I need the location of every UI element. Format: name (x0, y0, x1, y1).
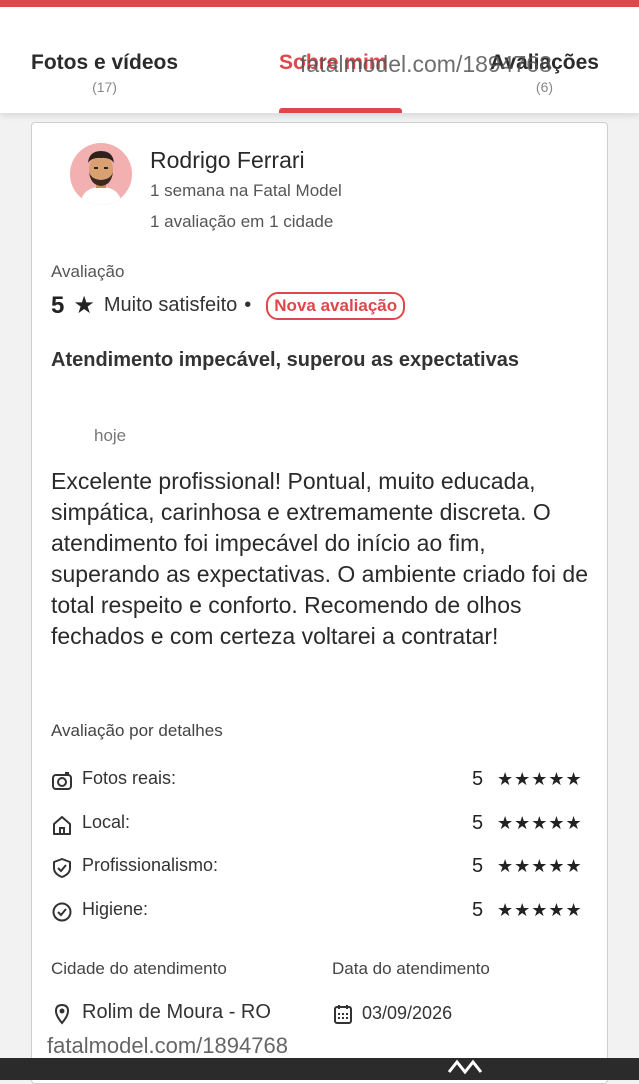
detail-label: Profissionalismo: (82, 855, 219, 875)
bottom-nav-bar (0, 1058, 639, 1080)
review-body: Excelente profissional! Pontual, muito e… (51, 468, 588, 649)
reviewer-name[interactable]: Rodrigo Ferrari (150, 147, 305, 174)
detail-value: 5 (472, 768, 484, 790)
star-icon: ★ (73, 292, 95, 319)
detail-stars: ★★★★★ (497, 813, 583, 833)
detail-row-professionalism: Profissionalismo: 5 ★★★★★ (51, 855, 591, 881)
top-accent-bar (0, 0, 639, 7)
date-value: 03/09/2026 (362, 1003, 453, 1023)
details-heading: Avaliação por detalhes (51, 721, 223, 740)
detail-label: Local: (82, 812, 131, 832)
rating-score: 5 (51, 291, 65, 319)
detail-row-location: Local: 5 ★★★★★ (51, 812, 591, 838)
review-title: Atendimento impecável, superou as expect… (51, 349, 519, 371)
location-pin-icon (54, 1003, 70, 1025)
detail-value: 5 (472, 855, 484, 877)
home-icon (53, 816, 71, 835)
rating-label: Muito satisfeito (103, 294, 238, 316)
date-label: Data do atendimento (332, 959, 490, 978)
detail-stars: ★★★★★ (497, 856, 583, 876)
active-tab-indicator (279, 108, 402, 113)
detail-value: 5 (472, 899, 484, 921)
detail-label: Higiene: (82, 899, 149, 919)
city-value: Rolim de Moura - RO (82, 1001, 271, 1023)
detail-stars: ★★★★★ (497, 769, 583, 789)
detail-label: Fotos reais: (82, 768, 177, 788)
tab-photos-videos[interactable]: Fotos e vídeos (17) (31, 51, 178, 95)
reviewer-tenure: 1 semana na Fatal Model (150, 181, 342, 200)
tab-bar: Fotos e vídeos (17) Sobre mim Avaliações… (0, 7, 639, 113)
review-card: Rodrigo Ferrari 1 semana na Fatal Model … (31, 122, 608, 1084)
camera-icon (52, 772, 72, 790)
check-circle-icon (52, 902, 72, 922)
rating-heading: Avaliação (51, 262, 125, 281)
detail-stars: ★★★★★ (497, 900, 583, 920)
detail-value: 5 (472, 812, 484, 834)
watermark-top: fatalmodel.com/1894768 (300, 51, 552, 77)
shield-check-icon (53, 858, 71, 878)
rating-separator: • (244, 294, 252, 316)
reviewer-review-count: 1 avaliação em 1 cidade (150, 212, 334, 231)
brand-logo-icon (447, 1059, 483, 1075)
avatar (70, 143, 132, 205)
tab-count: (17) (92, 79, 117, 95)
watermark-bottom: fatalmodel.com/1894768 (47, 1033, 288, 1058)
tab-label: Fotos e vídeos (31, 51, 179, 74)
city-label: Cidade do atendimento (51, 959, 227, 978)
tab-count: (6) (535, 79, 554, 95)
review-date: hoje (94, 426, 127, 445)
detail-row-photos: Fotos reais: 5 ★★★★★ (51, 768, 591, 794)
detail-row-hygiene: Higiene: 5 ★★★★★ (51, 899, 591, 925)
avatar-illustration-icon (70, 143, 132, 205)
rating-summary: 5 ★ Muito satisfeito • Nova avaliação (51, 291, 406, 320)
calendar-icon (334, 1005, 352, 1024)
new-review-badge: Nova avaliação (266, 291, 406, 320)
